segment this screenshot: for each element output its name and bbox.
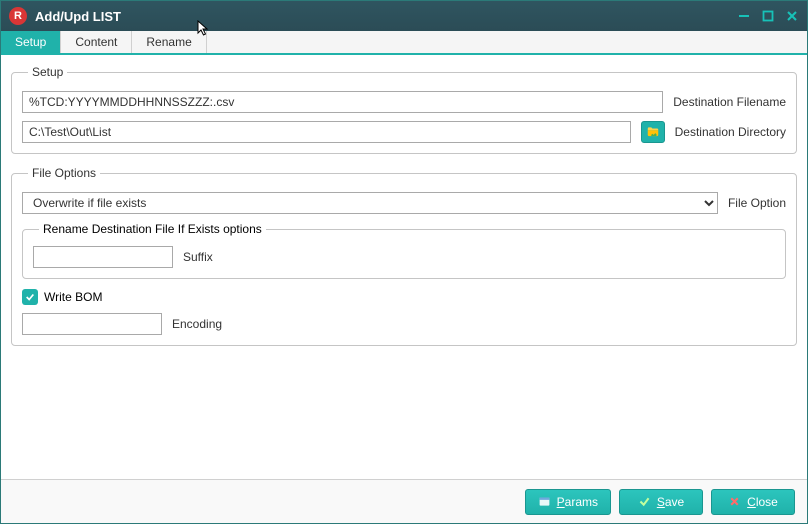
tab-rename-label: Rename <box>146 35 191 49</box>
params-button[interactable]: Params <box>525 489 611 515</box>
suffix-input[interactable] <box>33 246 173 268</box>
save-underline: S <box>657 495 665 509</box>
tab-rename[interactable]: Rename <box>132 31 206 53</box>
window-title: Add/Upd LIST <box>35 9 121 24</box>
close-rest: lose <box>756 495 778 509</box>
rename-subgroup-legend: Rename Destination File If Exists option… <box>39 222 266 236</box>
tab-content[interactable]: Content <box>61 31 132 53</box>
tab-setup[interactable]: Setup <box>1 31 61 53</box>
minimize-button[interactable] <box>737 9 751 23</box>
destination-filename-input[interactable] <box>22 91 663 113</box>
encoding-input[interactable] <box>22 313 162 335</box>
check-icon <box>25 292 35 302</box>
save-rest: ave <box>665 495 684 509</box>
tab-content-label: Content <box>75 35 117 49</box>
app-icon: R <box>9 7 27 25</box>
close-underline: C <box>747 495 756 509</box>
write-bom-label: Write BOM <box>44 290 102 304</box>
browse-folder-button[interactable] <box>641 121 665 143</box>
params-rest: arams <box>565 495 598 509</box>
content-area: Setup Destination Filename Destination D… <box>1 55 807 479</box>
setup-legend: Setup <box>28 65 67 79</box>
setup-group: Setup Destination Filename Destination D… <box>11 65 797 154</box>
folder-icon <box>646 125 660 139</box>
destination-filename-label: Destination Filename <box>673 95 786 109</box>
suffix-label: Suffix <box>183 250 213 264</box>
bottom-bar: Params Save Close <box>1 479 807 523</box>
params-underline: P <box>557 495 565 509</box>
app-icon-letter: R <box>14 10 22 22</box>
file-option-label: File Option <box>728 196 786 210</box>
destination-directory-input[interactable] <box>22 121 631 143</box>
file-options-legend: File Options <box>28 166 100 180</box>
file-options-group: File Options Overwrite if file exists Fi… <box>11 166 797 346</box>
write-bom-checkbox[interactable] <box>22 289 38 305</box>
close-window-button[interactable] <box>785 9 799 23</box>
file-option-select[interactable]: Overwrite if file exists <box>22 192 718 214</box>
tab-bar: Setup Content Rename <box>1 31 807 55</box>
encoding-label: Encoding <box>172 317 222 331</box>
maximize-button[interactable] <box>761 9 775 23</box>
close-button[interactable]: Close <box>711 489 795 515</box>
destination-directory-label: Destination Directory <box>675 125 786 139</box>
save-check-icon <box>638 495 651 508</box>
close-icon <box>728 495 741 508</box>
rename-subgroup: Rename Destination File If Exists option… <box>22 222 786 279</box>
tab-setup-label: Setup <box>15 35 46 49</box>
save-button[interactable]: Save <box>619 489 703 515</box>
title-bar: R Add/Upd LIST <box>1 1 807 31</box>
params-icon <box>538 495 551 508</box>
